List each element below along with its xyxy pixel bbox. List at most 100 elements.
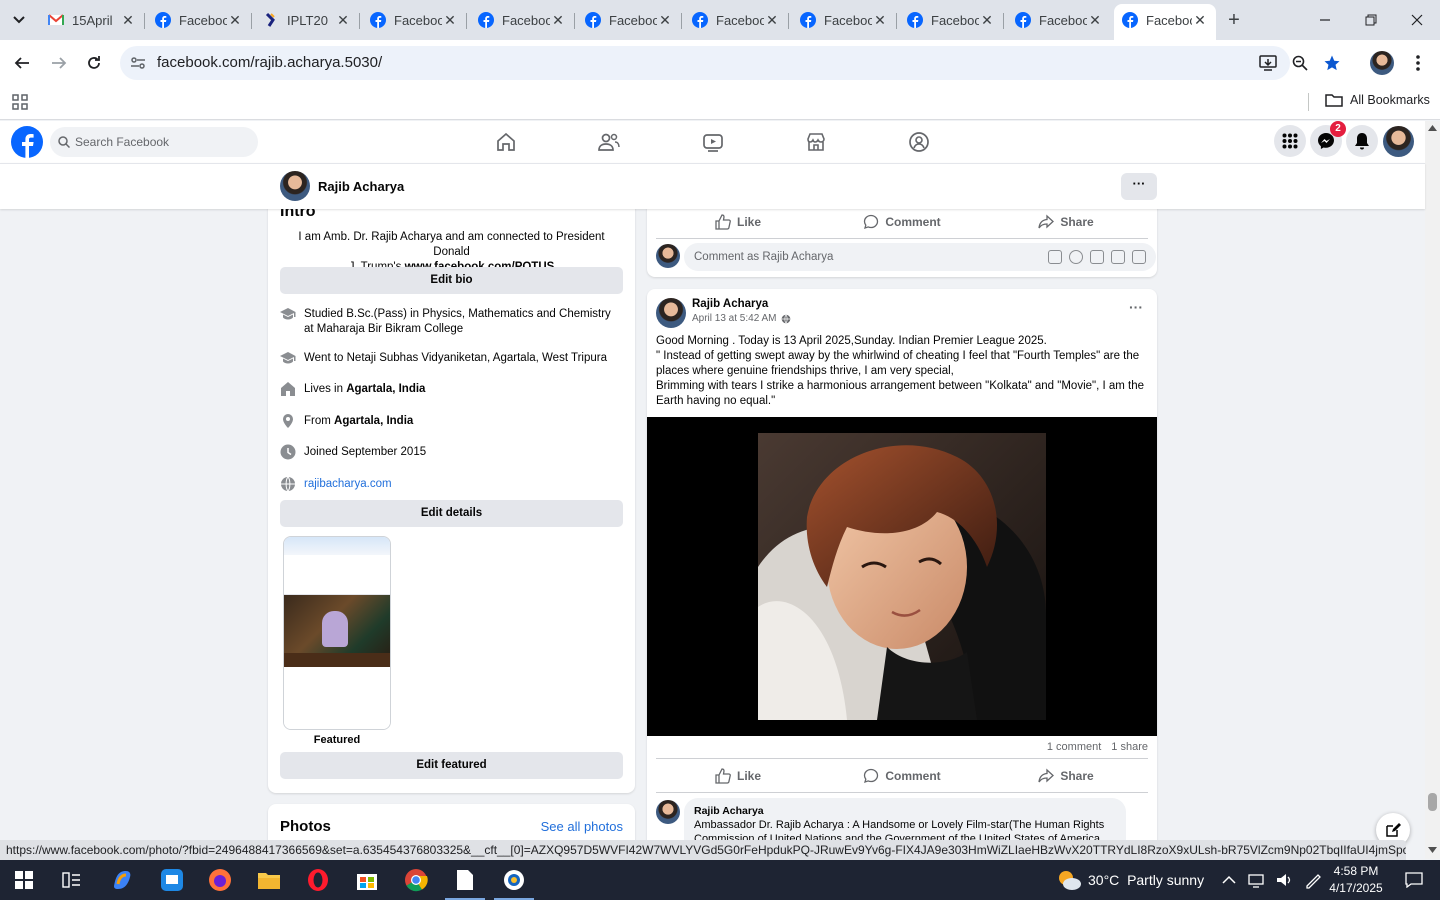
emoji-icon[interactable] xyxy=(1069,250,1083,264)
browser-tab[interactable]: Facebook ✕ xyxy=(362,6,467,34)
post-timestamp[interactable]: April 13 at 5:42 AM xyxy=(692,313,777,324)
see-all-photos-link[interactable]: See all photos xyxy=(541,819,623,834)
tab-search-button[interactable] xyxy=(6,8,32,32)
like-button[interactable]: Like xyxy=(656,207,820,237)
profile-button[interactable] xyxy=(1368,49,1396,77)
taskbar-app-chrome[interactable] xyxy=(392,860,440,900)
like-button[interactable]: Like xyxy=(656,761,820,791)
taskbar-app-firefox[interactable] xyxy=(196,860,244,900)
comment-button[interactable]: Comment xyxy=(820,207,984,237)
reload-button[interactable] xyxy=(80,49,108,77)
edit-featured-button[interactable]: Edit featured xyxy=(280,752,623,779)
zoom-button[interactable] xyxy=(1286,49,1314,77)
post-image[interactable] xyxy=(647,417,1157,736)
browser-tab[interactable]: Facebook ✕ xyxy=(577,6,682,34)
browser-tab[interactable]: Facebook ✕ xyxy=(1007,6,1111,34)
back-button[interactable] xyxy=(8,49,36,77)
sticker-icon[interactable] xyxy=(1132,250,1146,264)
website-link[interactable]: rajibacharya.com xyxy=(304,477,392,492)
post-author-avatar[interactable] xyxy=(656,298,686,328)
comments-count[interactable]: 1 comment xyxy=(1047,741,1101,753)
avatar[interactable] xyxy=(656,800,680,824)
start-button[interactable] xyxy=(0,860,48,900)
taskbar-app-store[interactable] xyxy=(343,860,391,900)
facebook-logo-icon[interactable] xyxy=(11,126,43,158)
task-view-button[interactable] xyxy=(48,860,96,900)
install-app-icon[interactable] xyxy=(1259,54,1277,72)
edit-bio-button[interactable]: Edit bio xyxy=(280,267,623,294)
close-tab-icon[interactable]: ✕ xyxy=(227,12,243,29)
close-tab-icon[interactable]: ✕ xyxy=(1087,12,1103,29)
chrome-menu-button[interactable] xyxy=(1404,49,1432,77)
nav-groups[interactable] xyxy=(905,129,933,155)
gif-icon[interactable] xyxy=(1111,250,1125,264)
camera-icon[interactable] xyxy=(1090,250,1104,264)
browser-tab-active[interactable]: Facebook ✕ xyxy=(1114,4,1216,40)
browser-tab[interactable]: Facebook ✕ xyxy=(147,6,252,34)
taskbar-app-opera[interactable] xyxy=(294,860,342,900)
post-options-button[interactable]: ··· xyxy=(1129,299,1143,315)
taskbar-app-capture[interactable] xyxy=(490,860,538,900)
apps-grid-icon[interactable] xyxy=(12,94,28,110)
profile-more-button[interactable]: ··· xyxy=(1121,173,1157,200)
browser-tab[interactable]: Facebook ✕ xyxy=(899,6,1004,34)
close-tab-icon[interactable]: ✕ xyxy=(120,12,136,29)
nav-home[interactable] xyxy=(492,129,520,155)
messenger-button[interactable]: 2 xyxy=(1310,121,1346,157)
close-tab-icon[interactable]: ✕ xyxy=(1192,12,1208,29)
restore-button[interactable] xyxy=(1348,0,1394,40)
notification-center-button[interactable] xyxy=(1394,860,1434,900)
browser-tab[interactable]: Facebook ✕ xyxy=(792,6,897,34)
shares-count[interactable]: 1 share xyxy=(1111,741,1148,753)
featured-thumbnail[interactable] xyxy=(283,536,391,730)
chevron-up-icon[interactable] xyxy=(1222,875,1236,885)
nav-marketplace[interactable] xyxy=(802,129,830,155)
bookmark-star-button[interactable] xyxy=(1318,49,1346,77)
close-tab-icon[interactable]: ✕ xyxy=(335,12,351,29)
nav-video[interactable] xyxy=(699,129,727,155)
share-button[interactable]: Share xyxy=(984,207,1148,237)
close-tab-icon[interactable]: ✕ xyxy=(764,12,780,29)
browser-tab[interactable]: Facebook ✕ xyxy=(684,6,789,34)
browser-tab[interactable]: Facebook ✕ xyxy=(470,6,575,34)
minimize-button[interactable] xyxy=(1302,0,1348,40)
browser-tab[interactable]: IPLT20 ✕ xyxy=(255,6,360,34)
forward-button[interactable] xyxy=(45,49,73,77)
comment-button[interactable]: Comment xyxy=(820,761,984,791)
edit-details-button[interactable]: Edit details xyxy=(280,500,623,527)
facebook-search-input[interactable]: Search Facebook xyxy=(50,127,258,157)
taskbar-app-file-explorer[interactable] xyxy=(245,860,293,900)
notifications-button[interactable] xyxy=(1346,125,1378,157)
close-tab-icon[interactable]: ✕ xyxy=(979,12,995,29)
share-button[interactable]: Share xyxy=(984,761,1148,791)
close-window-button[interactable] xyxy=(1394,0,1440,40)
menu-button[interactable] xyxy=(1274,125,1306,157)
account-avatar-button[interactable] xyxy=(1383,126,1414,157)
comment-input[interactable]: Comment as Rajib Acharya xyxy=(684,243,1156,271)
profile-name[interactable]: Rajib Acharya xyxy=(318,179,404,194)
new-tab-button[interactable]: + xyxy=(1222,8,1246,32)
post-author-name[interactable]: Rajib Acharya xyxy=(692,298,768,310)
scroll-down-icon[interactable] xyxy=(1428,847,1437,853)
taskbar-clock[interactable]: 4:58 PM 4/17/2025 xyxy=(1318,863,1394,897)
taskbar-app-copilot[interactable] xyxy=(98,860,146,900)
close-tab-icon[interactable]: ✕ xyxy=(872,12,888,29)
scroll-up-icon[interactable] xyxy=(1428,125,1437,131)
close-tab-icon[interactable]: ✕ xyxy=(657,12,673,29)
browser-tab[interactable]: 15April ✕ xyxy=(40,6,145,34)
scrollbar-thumb[interactable] xyxy=(1428,793,1437,811)
site-info-icon[interactable] xyxy=(130,55,146,71)
weather-widget[interactable]: 30°C Partly sunny xyxy=(1056,860,1204,900)
nav-friends[interactable] xyxy=(595,129,623,155)
avatar[interactable] xyxy=(280,171,310,201)
page-scrollbar[interactable] xyxy=(1425,121,1440,859)
taskbar-app-notepad[interactable] xyxy=(441,860,489,900)
close-tab-icon[interactable]: ✕ xyxy=(550,12,566,29)
all-bookmarks-button[interactable]: All Bookmarks xyxy=(1325,92,1430,108)
comment-author[interactable]: Rajib Acharya xyxy=(694,805,764,817)
volume-icon[interactable] xyxy=(1276,872,1294,888)
close-tab-icon[interactable]: ✕ xyxy=(442,12,458,29)
network-icon[interactable] xyxy=(1248,872,1266,888)
taskbar-app-blue[interactable] xyxy=(148,860,196,900)
address-bar[interactable]: facebook.com/rajib.acharya.5030/ xyxy=(120,46,1290,80)
